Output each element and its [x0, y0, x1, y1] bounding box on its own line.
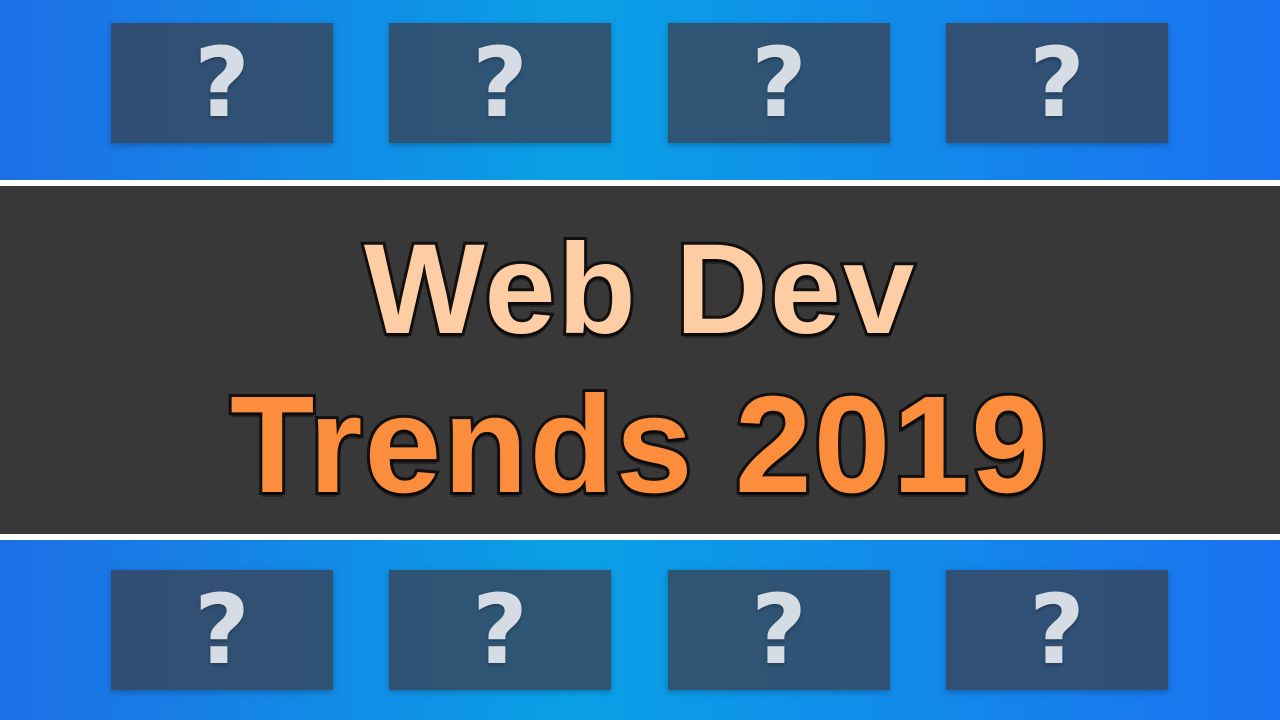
mystery-tile: ?	[668, 23, 890, 143]
question-mark-icon: ?	[751, 574, 807, 686]
question-mark-icon: ?	[751, 27, 807, 139]
mystery-tile: ?	[389, 23, 611, 143]
mystery-tile: ?	[389, 570, 611, 690]
title-line-1: Web Dev	[361, 218, 917, 361]
question-mark-icon: ?	[1029, 574, 1085, 686]
title-banner: Web Dev Trends 2019	[0, 180, 1280, 540]
mystery-tile: ?	[111, 570, 333, 690]
question-mark-icon: ?	[472, 27, 528, 139]
title-line-2: Trends 2019	[227, 368, 1051, 522]
question-mark-icon: ?	[472, 574, 528, 686]
question-mark-icon: ?	[194, 27, 250, 139]
bottom-tile-row: ? ? ? ?	[0, 540, 1280, 720]
question-mark-icon: ?	[194, 574, 250, 686]
mystery-tile: ?	[946, 570, 1168, 690]
top-tile-row: ? ? ? ?	[0, 0, 1280, 180]
mystery-tile: ?	[111, 23, 333, 143]
question-mark-icon: ?	[1029, 27, 1085, 139]
mystery-tile: ?	[668, 570, 890, 690]
mystery-tile: ?	[946, 23, 1168, 143]
